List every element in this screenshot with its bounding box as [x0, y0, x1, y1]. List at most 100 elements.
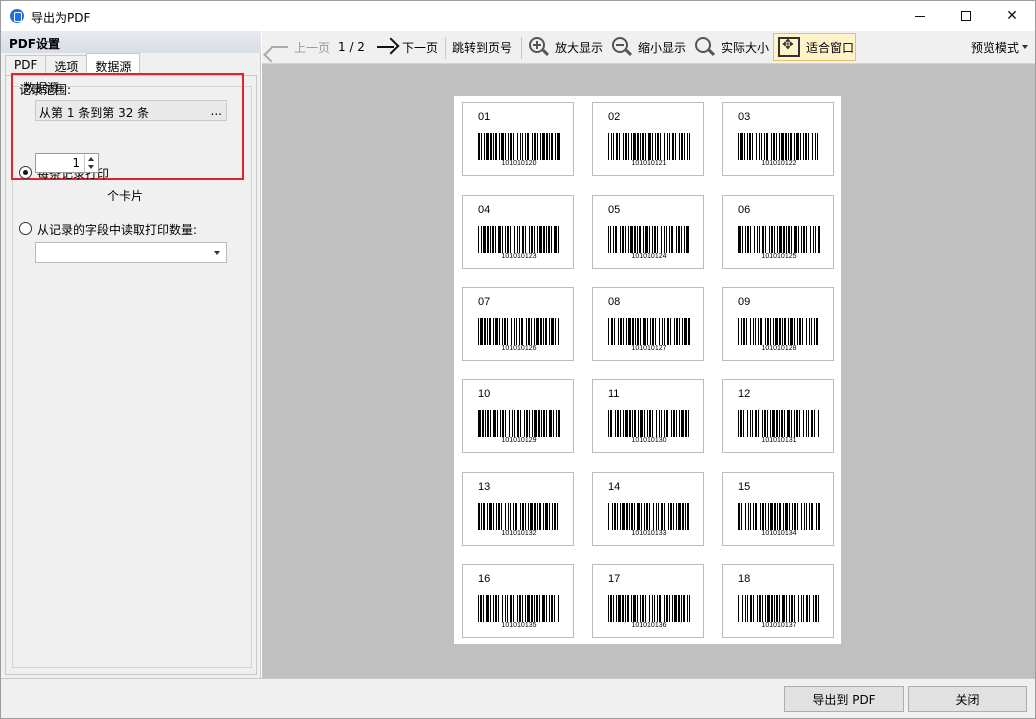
- preview-area[interactable]: 01 101010120 02 101010121 03 101010122 04 10101…: [262, 64, 1035, 678]
- export-pdf-button[interactable]: 导出到 PDF: [784, 686, 904, 712]
- range-field[interactable]: 从第 1 条到第 32 条 ...: [35, 100, 227, 121]
- range-value: 从第 1 条到第 32 条: [39, 106, 150, 120]
- card-number: 14: [608, 481, 621, 493]
- window-title: 导出为PDF: [31, 11, 91, 25]
- barcode-text: 101010123: [501, 253, 537, 260]
- barcode-icon: [738, 410, 819, 437]
- stepper-down-icon[interactable]: [88, 165, 94, 169]
- fit-window-label: 适合窗口: [806, 40, 855, 55]
- label-card: 13 101010132: [462, 472, 574, 546]
- label-card: 06 101010125: [722, 195, 834, 269]
- barcode-icon: [738, 318, 818, 345]
- barcode-icon: [478, 595, 559, 622]
- close-button[interactable]: 关闭: [908, 686, 1027, 712]
- card-number: 04: [478, 204, 491, 216]
- app-icon: [10, 9, 24, 23]
- preview-mode-label: 预览模式: [971, 40, 1020, 55]
- field-select[interactable]: [35, 242, 227, 263]
- barcode-icon: [738, 595, 819, 622]
- tab-datasource[interactable]: 数据源: [86, 53, 141, 75]
- arrow-left-icon: [268, 38, 290, 56]
- tab-pdf[interactable]: PDF: [5, 55, 47, 75]
- barcode-icon: [738, 226, 820, 253]
- card-number: 01: [478, 111, 491, 123]
- zoom-in-button[interactable]: 放大显示: [529, 31, 603, 63]
- barcode-icon: [478, 133, 560, 160]
- barcode-icon: [478, 410, 560, 437]
- zoom-out-label: 缩小显示: [638, 40, 687, 55]
- copies-stepper[interactable]: 1: [35, 153, 99, 173]
- barcode-icon: [478, 318, 559, 345]
- bottom-bar: 导出到 PDF 关闭: [1, 678, 1035, 718]
- label-card: 05 101010124: [592, 195, 704, 269]
- per-record-radio[interactable]: [19, 166, 32, 179]
- range-more-button[interactable]: ...: [211, 104, 222, 118]
- barcode-icon: [608, 410, 689, 437]
- close-window-button[interactable]: ✕: [989, 1, 1035, 31]
- next-page-button[interactable]: 下一页: [376, 31, 438, 63]
- label-card: 14 101010133: [592, 472, 704, 546]
- barcode-icon: [478, 503, 558, 530]
- actual-size-label: 实际大小: [721, 40, 770, 55]
- card-number: 13: [478, 481, 491, 493]
- barcode-text: 101010124: [631, 253, 667, 260]
- settings-tabs: PDF 选项 数据源: [5, 53, 141, 75]
- card-number: 03: [738, 111, 751, 123]
- label-card: 07 101010126: [462, 287, 574, 361]
- barcode-text: 101010137: [761, 622, 797, 629]
- card-number: 06: [738, 204, 751, 216]
- barcode-text: 101010131: [761, 437, 797, 444]
- barcode-text: 101010132: [501, 530, 537, 537]
- barcode-text: 101010134: [761, 530, 797, 537]
- stepper-buttons[interactable]: [84, 154, 98, 172]
- label-card: 16 101010135: [462, 564, 574, 638]
- minimize-button[interactable]: [897, 1, 943, 31]
- barcode-text: 101010122: [761, 160, 797, 167]
- title-bar: 导出为PDF ✕: [0, 0, 1036, 31]
- minimize-icon: [915, 15, 925, 17]
- card-number: 17: [608, 573, 621, 585]
- card-number: 15: [738, 481, 751, 493]
- preview-page: 01 101010120 02 101010121 03 101010122 04 10101…: [454, 96, 841, 644]
- arrow-right-icon: [376, 38, 398, 56]
- goto-page-button[interactable]: 跳转到页号: [452, 31, 512, 63]
- copies-unit: 个卡片: [107, 189, 144, 203]
- card-number: 05: [608, 204, 621, 216]
- prev-page-button[interactable]: 上一页: [268, 31, 330, 63]
- card-number: 12: [738, 388, 751, 400]
- stepper-up-icon[interactable]: [88, 157, 94, 161]
- preview-mode-dropdown[interactable]: 预览模式: [971, 31, 1029, 63]
- barcode-text: 101010135: [501, 622, 537, 629]
- barcode-text: 101010126: [501, 345, 537, 352]
- barcode-text: 101010130: [631, 437, 667, 444]
- fit-window-button[interactable]: 适合窗口: [773, 33, 856, 61]
- caret-down-icon: [1022, 45, 1029, 49]
- barcode-text: 101010120: [501, 160, 537, 167]
- label-card: 01 101010120: [462, 102, 574, 176]
- toolbar-divider: [445, 37, 446, 59]
- barcode-text: 101010121: [631, 160, 667, 167]
- barcode-text: 101010133: [631, 530, 667, 537]
- barcode-icon: [738, 133, 818, 160]
- zoom-out-button[interactable]: 缩小显示: [612, 31, 686, 63]
- barcode-icon: [608, 226, 689, 253]
- range-label: 记录范围:: [19, 83, 72, 97]
- copies-value: 1: [72, 156, 80, 170]
- label-card: 04 101010123: [462, 195, 574, 269]
- tab-options[interactable]: 选项: [45, 55, 88, 75]
- card-number: 02: [608, 111, 621, 123]
- card-number: 07: [478, 296, 491, 308]
- label-card: 09 101010128: [722, 287, 834, 361]
- barcode-icon: [608, 133, 690, 160]
- maximize-icon: [961, 11, 971, 21]
- label-card: 02 101010121: [592, 102, 704, 176]
- maximize-button[interactable]: [943, 1, 989, 31]
- barcode-icon: [608, 318, 690, 345]
- label-card: 03 101010122: [722, 102, 834, 176]
- label-card: 08 101010127: [592, 287, 704, 361]
- barcode-text: 101010125: [761, 253, 797, 260]
- from-field-radio[interactable]: [19, 222, 32, 235]
- barcode-icon: [608, 503, 689, 530]
- card-number: 18: [738, 573, 751, 585]
- actual-size-button[interactable]: 实际大小: [695, 31, 769, 63]
